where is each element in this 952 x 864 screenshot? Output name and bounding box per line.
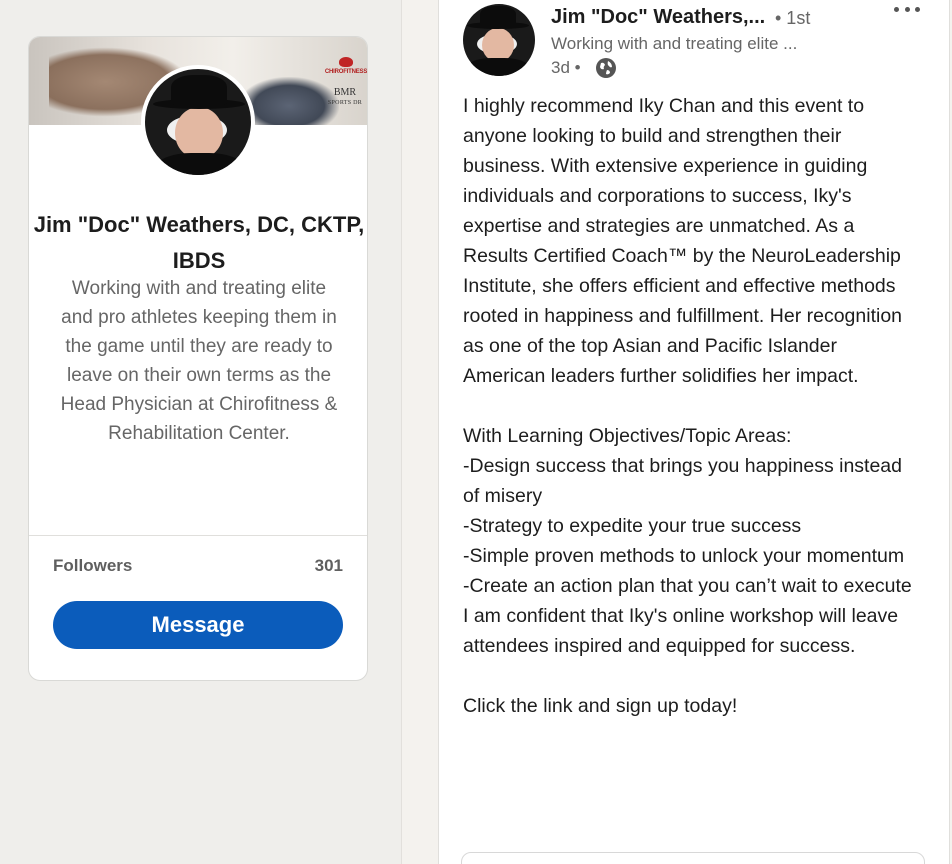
post-author-avatar[interactable]	[463, 4, 535, 76]
more-horizontal-icon[interactable]	[894, 2, 920, 16]
globe-icon	[596, 58, 616, 78]
followers-label: Followers	[53, 556, 133, 575]
post-paragraph: Click the link and sign up today!	[463, 695, 738, 717]
post-body: I highly recommend Iky Chan and this eve…	[463, 91, 913, 721]
card-divider	[29, 535, 367, 536]
post-author-headline: Working with and treating elite ...	[551, 34, 798, 53]
followers-count: 301	[314, 556, 343, 575]
link-preview-card[interactable]	[461, 852, 925, 864]
bmr-logo-subtext: SPORTS DR	[327, 100, 363, 106]
chirofitness-logo: CHIROFITNESS	[325, 51, 367, 81]
post-card: Jim "Doc" Weathers,... • 1st Working wit…	[438, 0, 950, 864]
left-column: CHIROFITNESS BMR SPORTS DR Jim "Doc" Wea…	[0, 0, 401, 864]
chirofitness-logo-text: CHIROFITNESS	[324, 69, 368, 75]
right-column: Jim "Doc" Weathers,... • 1st Working wit…	[401, 0, 952, 864]
post-paragraph: I highly recommend Iky Chan and this eve…	[463, 95, 903, 387]
bmr-logo-text: BMR	[333, 87, 357, 98]
profile-headline: Working with and treating elite and pro …	[60, 278, 338, 444]
post-author-name[interactable]: Jim "Doc" Weathers,...	[551, 6, 765, 29]
message-button[interactable]: Message	[53, 601, 343, 649]
post-timestamp: 3d •	[551, 58, 581, 77]
profile-card[interactable]: CHIROFITNESS BMR SPORTS DR Jim "Doc" Wea…	[28, 36, 368, 681]
profile-name[interactable]: Jim "Doc" Weathers, DC, CKTP, IBDS	[29, 207, 367, 279]
bmr-logo: BMR SPORTS DR	[327, 87, 363, 117]
connection-degree: • 1st	[775, 8, 811, 28]
post-paragraph: With Learning Objectives/Topic Areas: -D…	[463, 425, 912, 657]
profile-avatar[interactable]	[141, 65, 255, 179]
